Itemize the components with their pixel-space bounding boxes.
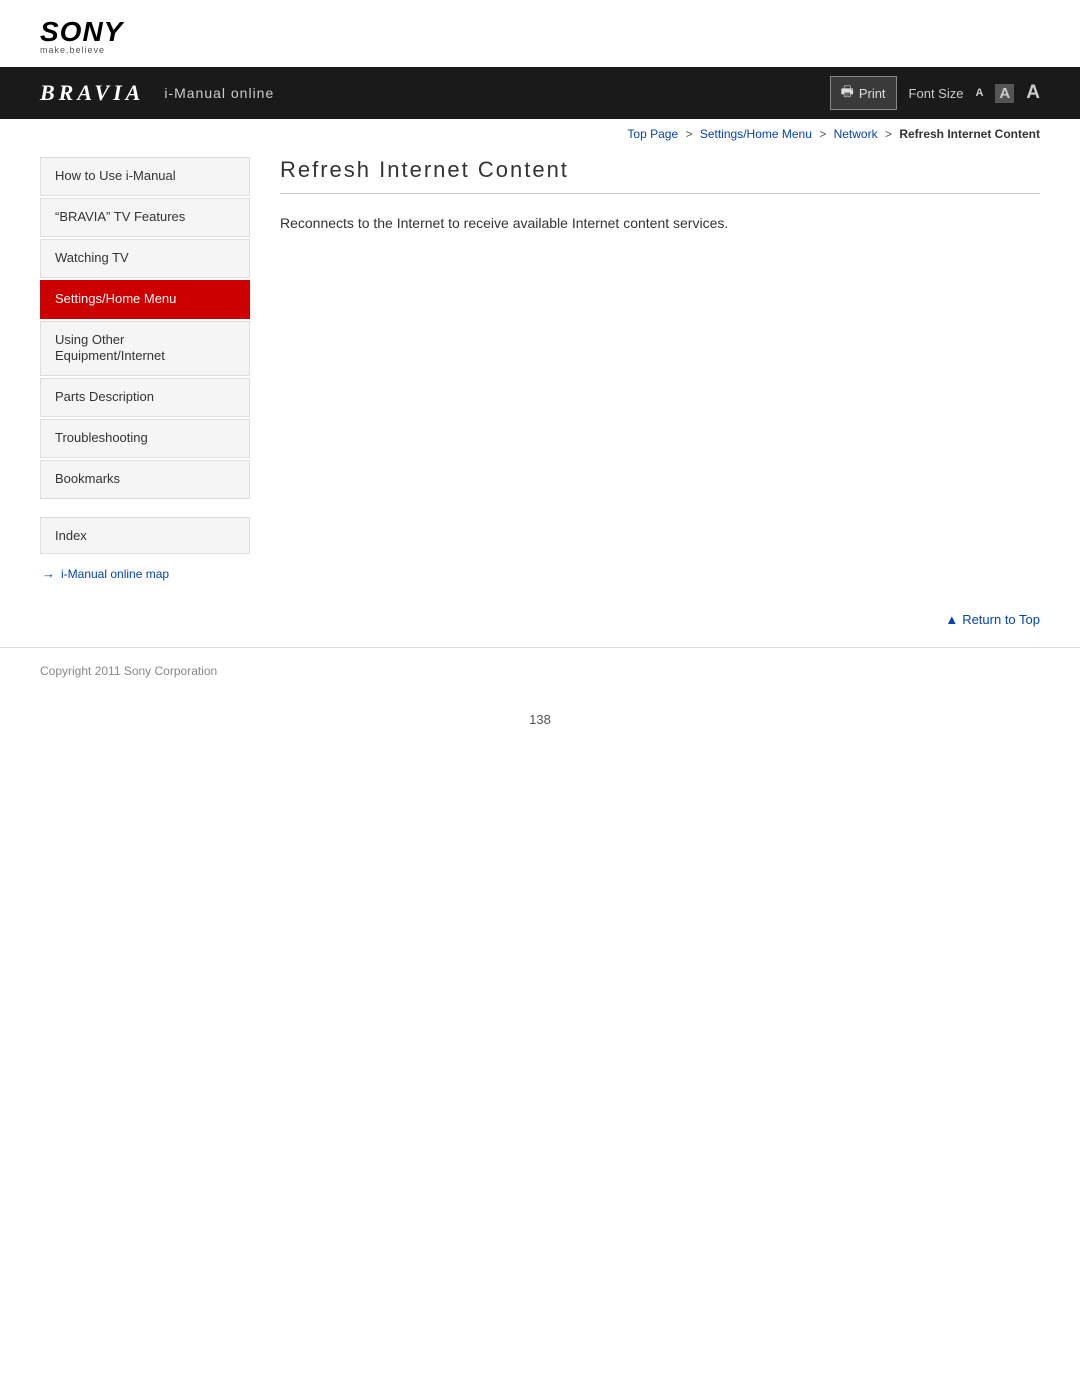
font-size-label: Font Size xyxy=(909,86,964,101)
print-icon: 🖶 xyxy=(841,81,854,105)
imanual-map-link[interactable]: i-Manual online map xyxy=(61,567,169,581)
sidebar-item-settings-home-menu[interactable]: Settings/Home Menu xyxy=(40,280,250,319)
bravia-logo: BRAVIA xyxy=(40,80,144,106)
sidebar-spacer xyxy=(40,501,250,513)
top-nav-bar: BRAVIA i-Manual online 🖶 Print Font Size… xyxy=(0,67,1080,119)
sidebar-item-bookmarks[interactable]: Bookmarks xyxy=(40,460,250,499)
sidebar-item-parts-description[interactable]: Parts Description xyxy=(40,378,250,417)
return-to-top-area: ▲Return to Top xyxy=(0,581,1080,637)
sidebar: How to Use i-Manual “BRAVIA” TV Features… xyxy=(40,157,250,581)
arrow-right-icon: → xyxy=(42,566,55,581)
sidebar-item-troubleshooting[interactable]: Troubleshooting xyxy=(40,419,250,458)
breadcrumb-sep3: > xyxy=(885,127,892,141)
font-size-medium-button[interactable]: A xyxy=(995,84,1014,103)
copyright-text: Copyright 2011 Sony Corporation xyxy=(40,664,217,678)
logo-area: SONY make.believe xyxy=(0,0,1080,67)
page-title: Refresh Internet Content xyxy=(280,157,1040,194)
sidebar-item-watching-tv[interactable]: Watching TV xyxy=(40,239,250,278)
print-label: Print xyxy=(859,86,886,101)
page-number: 138 xyxy=(0,692,1080,747)
return-top-icon: ▲ xyxy=(945,612,958,627)
font-size-small-button[interactable]: A xyxy=(975,87,983,99)
return-to-top-link[interactable]: ▲Return to Top xyxy=(945,612,1040,627)
imanual-title: i-Manual online xyxy=(164,85,829,101)
breadcrumb-sep2: > xyxy=(819,127,826,141)
sony-logo: SONY make.believe xyxy=(40,18,1040,55)
top-nav-right: 🖶 Print Font Size A A A xyxy=(830,76,1040,110)
sidebar-map-link-area: → i-Manual online map xyxy=(40,566,250,581)
content-area: Refresh Internet Content Reconnects to t… xyxy=(280,157,1040,581)
breadcrumb-top-page[interactable]: Top Page xyxy=(627,127,678,141)
main-layout: How to Use i-Manual “BRAVIA” TV Features… xyxy=(0,157,1080,581)
font-size-large-button[interactable]: A xyxy=(1026,82,1040,104)
breadcrumb: Top Page > Settings/Home Menu > Network … xyxy=(0,119,1080,149)
footer: Copyright 2011 Sony Corporation xyxy=(0,647,1080,692)
breadcrumb-current: Refresh Internet Content xyxy=(899,127,1040,141)
sidebar-item-how-to-use[interactable]: How to Use i-Manual xyxy=(40,157,250,196)
breadcrumb-network[interactable]: Network xyxy=(834,127,878,141)
breadcrumb-settings[interactable]: Settings/Home Menu xyxy=(700,127,812,141)
sidebar-item-bravia-features[interactable]: “BRAVIA” TV Features xyxy=(40,198,250,237)
sony-text: SONY xyxy=(40,18,1040,46)
sidebar-item-using-other-equipment[interactable]: Using Other Equipment/Internet xyxy=(40,321,250,377)
sidebar-item-index[interactable]: Index xyxy=(40,517,250,554)
page-description: Reconnects to the Internet to receive av… xyxy=(280,212,1040,234)
breadcrumb-sep1: > xyxy=(685,127,692,141)
print-button[interactable]: 🖶 Print xyxy=(830,76,897,110)
sony-tagline: make.believe xyxy=(40,46,1040,55)
